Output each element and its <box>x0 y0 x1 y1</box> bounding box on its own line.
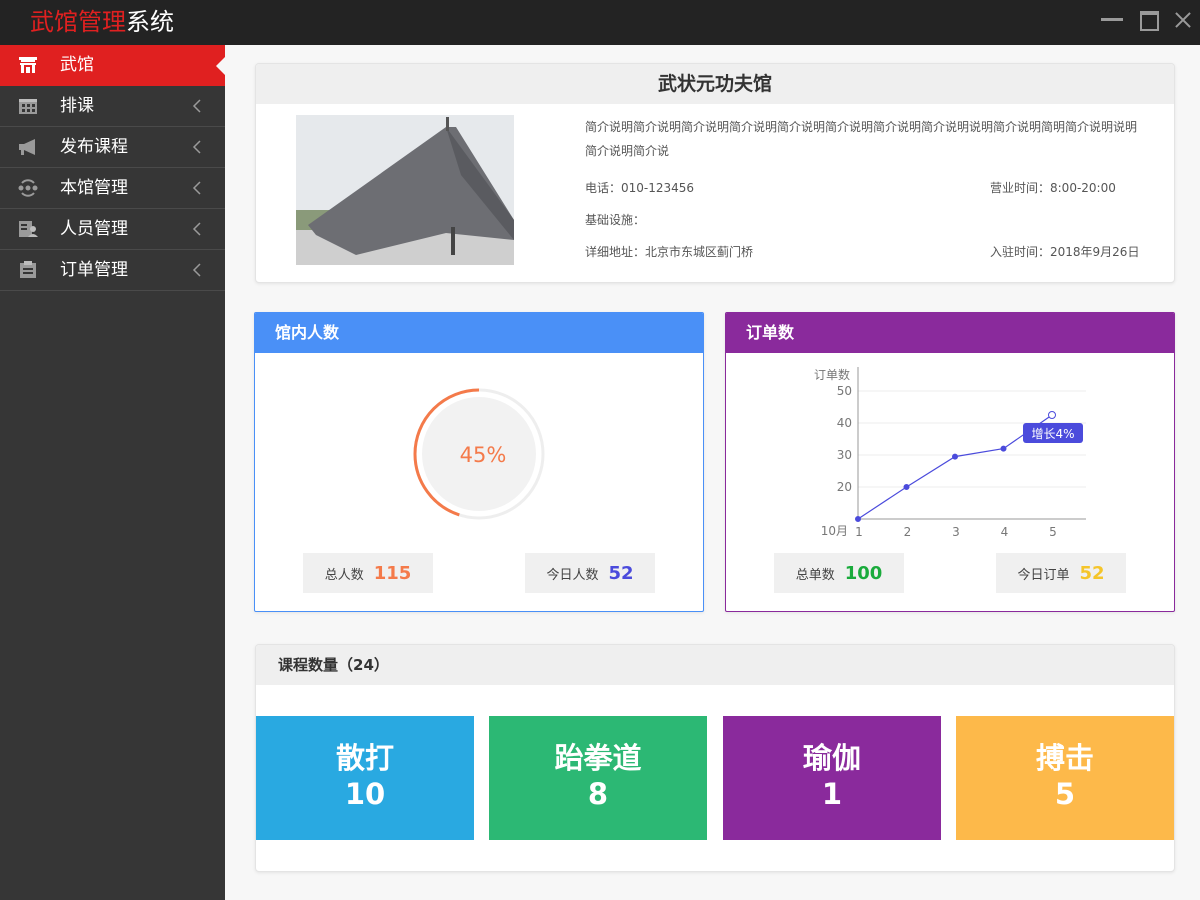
sidebar-item-label: 武馆 <box>60 55 94 75</box>
data-point <box>952 453 958 460</box>
course-count: 8 <box>587 777 609 811</box>
y-tick-label: 20 <box>837 480 852 494</box>
total-people-pill: 总人数 115 <box>303 553 433 593</box>
gym-photo <box>296 115 514 265</box>
chevron-left-icon <box>192 222 201 236</box>
people-card-title: 馆内人数 <box>255 313 703 353</box>
gym-join-date: 入驻时间：2018年9月26日 <box>990 245 1140 259</box>
minimize-icon[interactable] <box>1100 10 1124 30</box>
sidebar-item-label: 发布课程 <box>60 137 128 157</box>
people-count-card: 馆内人数 45% 总人数 115 今日人数 52 <box>254 312 704 612</box>
gym-facilities: 基础设施： <box>585 213 646 227</box>
data-point <box>855 516 861 522</box>
chevron-left-icon <box>192 181 201 195</box>
sidebar-item-label: 本馆管理 <box>60 178 128 198</box>
today-orders-value: 52 <box>1079 562 1105 584</box>
close-icon[interactable] <box>1172 10 1196 30</box>
title-bar: 武馆管理系统 <box>0 0 1200 45</box>
clipboard-icon <box>20 261 36 278</box>
course-tile-taekwondo[interactable]: 跆拳道 8 <box>489 716 707 840</box>
x-tick-label: 2 <box>904 525 912 539</box>
course-name: 瑜伽 <box>802 741 861 775</box>
y-tick-label: 50 <box>837 384 852 398</box>
growth-tooltip: 增长4% <box>1031 427 1074 441</box>
gym-phone: 电话：010-123456 <box>585 181 695 195</box>
sidebar-item-gym-management[interactable]: 本馆管理 <box>0 168 225 209</box>
y-tick-label: 40 <box>837 416 852 430</box>
sidebar-item-publish-course[interactable]: 发布课程 <box>0 127 225 168</box>
sidebar-item-order-management[interactable]: 订单管理 <box>0 250 225 291</box>
gym-description: 简介说明简介说明简介说明简介说明简介说明简介说明简介说明简介说明说明简介说明简明… <box>585 120 1138 158</box>
chevron-left-icon <box>192 99 201 113</box>
x-tick-label: 3 <box>952 525 960 539</box>
data-point <box>1000 445 1007 452</box>
x-tick-label: 1 <box>855 525 863 539</box>
today-orders-pill: 今日订单 52 <box>996 553 1126 593</box>
sidebar-item-staff-management[interactable]: 人员管理 <box>0 209 225 250</box>
staff-card-icon <box>19 221 38 237</box>
course-count: 5 <box>1054 777 1076 811</box>
total-orders-pill: 总单数 100 <box>774 553 904 593</box>
y-axis-label: 订单数 <box>814 367 850 382</box>
people-progress-ring: 45% <box>413 388 545 520</box>
sidebar-item-label: 排课 <box>60 96 94 116</box>
order-line-chart: 20 30 40 50 订单数 10月 1 2 3 4 5 增长4% <box>814 367 1086 539</box>
x-axis-label: 10月 <box>821 524 848 538</box>
course-count-title: 课程数量（24） <box>256 645 1174 685</box>
today-people-value: 52 <box>608 562 634 584</box>
course-count: 10 <box>344 777 386 811</box>
sidebar-item-label: 人员管理 <box>60 219 128 239</box>
calendar-icon <box>19 99 37 114</box>
x-tick-label: 4 <box>1001 525 1009 539</box>
gate-icon <box>19 57 37 73</box>
gym-address: 详细地址：北京市东城区蓟门桥 <box>585 245 754 259</box>
sidebar-item-schedule[interactable]: 排课 <box>0 86 225 127</box>
gym-hours: 营业时间：8:00-20:00 <box>990 181 1116 195</box>
course-name: 跆拳道 <box>554 741 642 775</box>
course-count-card: 课程数量（24） 散打 10 跆拳道 8 瑜伽 1 搏击 5 <box>255 644 1175 872</box>
today-people-pill: 今日人数 52 <box>525 553 655 593</box>
app-title: 武馆管理系统 <box>30 7 174 37</box>
gym-name: 武状元功夫馆 <box>256 64 1174 104</box>
order-card-title: 订单数 <box>726 313 1174 353</box>
total-orders-label: 总单数 <box>795 567 835 583</box>
y-tick-label: 30 <box>837 448 852 462</box>
chevron-left-icon <box>192 263 201 277</box>
today-orders-label: 今日订单 <box>1017 567 1070 583</box>
course-tile-yoga[interactable]: 瑜伽 1 <box>723 716 941 840</box>
order-count-card: 订单数 20 30 40 50 订单数 10月 1 2 3 4 5 增长4% 总单数 100 今日订单… <box>725 312 1175 612</box>
total-orders-value: 100 <box>844 562 883 584</box>
app-title-suffix: 系统 <box>126 8 174 36</box>
sidebar: 武馆 排课 发布课程 本馆管理 人员管理 订单管理 <box>0 45 225 900</box>
refresh-users-icon <box>18 179 38 197</box>
today-people-label: 今日人数 <box>546 567 599 583</box>
gym-info-card: 武状元功夫馆 简介说明简介说明简介说明简介说明简介说明简介说明简介说明简介说明说… <box>255 63 1175 283</box>
chevron-left-icon <box>192 140 201 154</box>
total-people-value: 115 <box>373 562 412 584</box>
x-tick-label: 5 <box>1049 525 1057 539</box>
course-count: 1 <box>821 777 843 811</box>
total-people-label: 总人数 <box>324 567 364 583</box>
data-point <box>903 484 910 490</box>
data-point <box>1048 411 1056 419</box>
course-name: 搏击 <box>1035 741 1094 775</box>
course-name: 散打 <box>335 741 394 775</box>
sidebar-item-label: 订单管理 <box>60 260 128 280</box>
app-title-main: 武馆管理 <box>30 8 126 36</box>
maximize-icon[interactable] <box>1138 10 1162 31</box>
people-percent: 45% <box>460 443 507 467</box>
course-tile-boxing[interactable]: 搏击 5 <box>956 716 1174 840</box>
series-line <box>857 414 1053 520</box>
megaphone-icon <box>19 139 35 155</box>
course-tile-sanda[interactable]: 散打 10 <box>256 716 474 840</box>
sidebar-item-gym[interactable]: 武馆 <box>0 45 225 86</box>
